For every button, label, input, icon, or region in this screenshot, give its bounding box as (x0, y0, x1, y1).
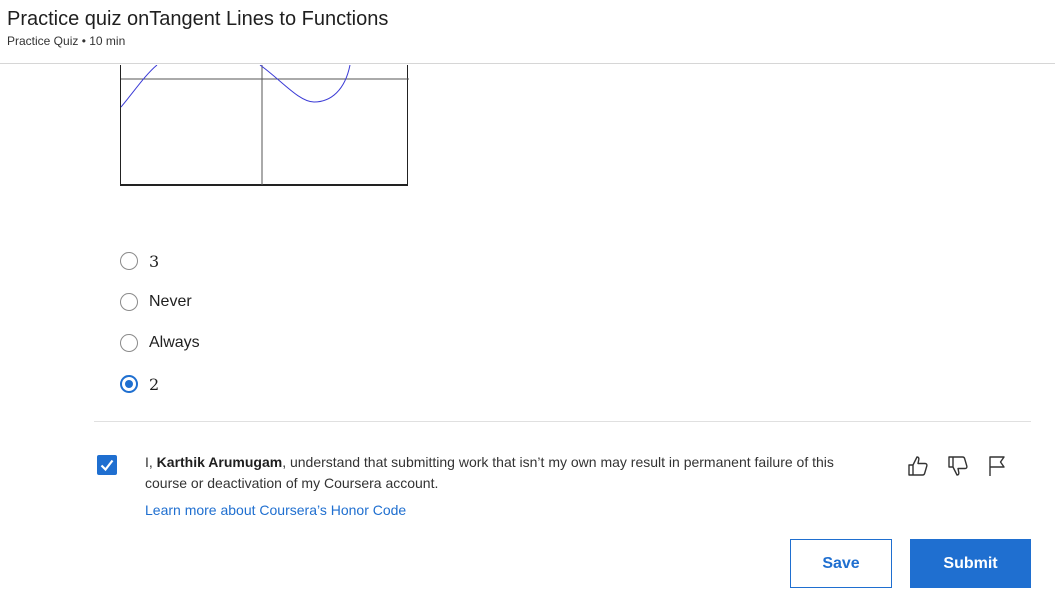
check-icon (100, 459, 114, 472)
curve-left (121, 65, 158, 108)
function-graph (120, 65, 409, 186)
submit-button[interactable]: Submit (910, 539, 1031, 588)
honor-code-checkbox[interactable] (97, 455, 117, 475)
learner-name: Karthik Arumugam (156, 454, 283, 470)
option-never[interactable]: Never (118, 289, 192, 315)
quiz-header: Practice quiz onTangent Lines to Functio… (0, 0, 1055, 64)
page-subtitle: Practice Quiz • 10 min (7, 34, 126, 48)
radio-button[interactable] (120, 293, 138, 311)
honor-code-link[interactable]: Learn more about Coursera’s Honor Code (145, 502, 406, 518)
section-divider (94, 421, 1031, 422)
option-label: Always (149, 334, 200, 351)
radio-button[interactable] (120, 252, 138, 270)
page-title: Practice quiz onTangent Lines to Functio… (7, 8, 389, 30)
option-label: 2 (149, 374, 160, 394)
radio-button[interactable] (120, 334, 138, 352)
thumbs-up-icon[interactable] (906, 454, 930, 478)
option-label: 3 (149, 251, 160, 271)
honor-prefix: I, (145, 454, 157, 470)
flag-icon[interactable] (986, 454, 1010, 478)
option-3[interactable]: 3 (118, 248, 159, 274)
thumbs-down-icon[interactable] (946, 454, 970, 478)
radio-button-selected[interactable] (120, 375, 138, 393)
option-label: Never (149, 293, 192, 310)
option-always[interactable]: Always (118, 330, 200, 356)
honor-code-statement: I, Karthik Arumugam, understand that sub… (145, 452, 835, 494)
curve-right (259, 65, 351, 103)
save-button[interactable]: Save (790, 539, 892, 588)
option-2[interactable]: 2 (118, 371, 159, 397)
function-graph-svg (121, 65, 409, 185)
